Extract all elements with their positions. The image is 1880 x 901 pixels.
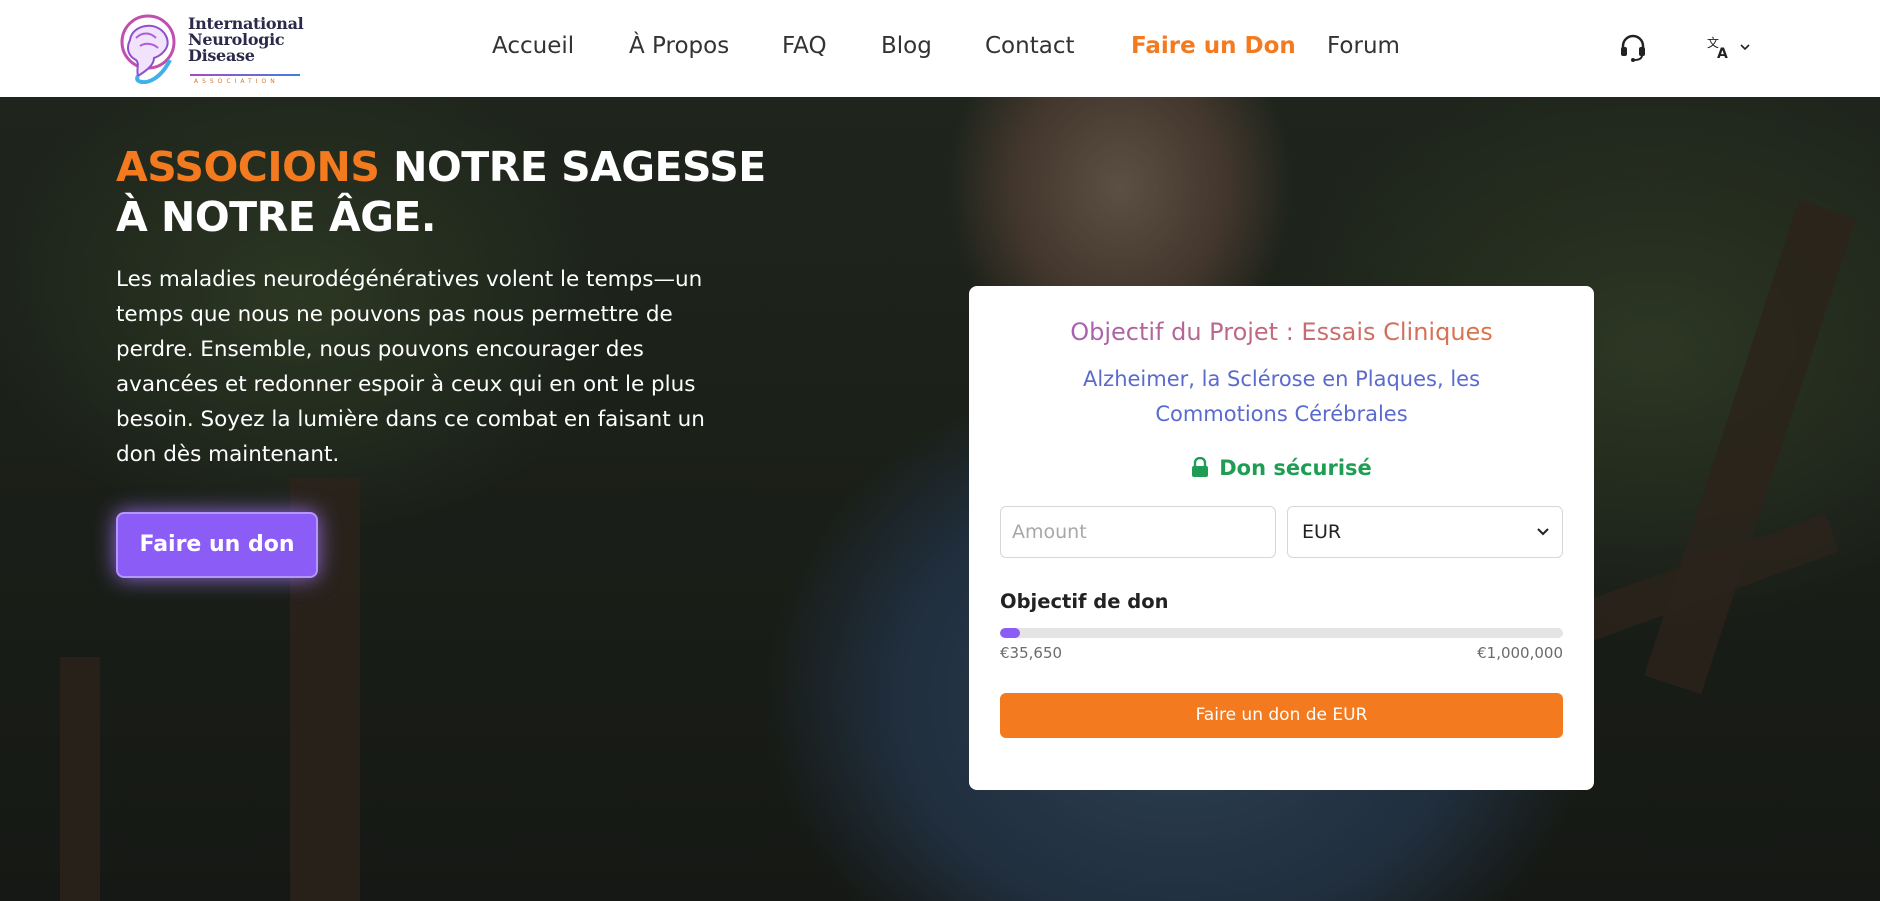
background-tree-trunk	[60, 657, 100, 901]
site-header: International Neurologic Disease ASSOCIA…	[0, 0, 1880, 97]
nav-faq[interactable]: FAQ	[782, 33, 827, 59]
logo-subtitle: ASSOCIATION	[194, 78, 279, 85]
logo-underline	[190, 74, 300, 76]
background-tree-branch	[1644, 199, 1856, 695]
amount-input[interactable]	[1000, 506, 1276, 558]
logo-line-3: Disease	[188, 46, 255, 65]
donation-card: Objectif du Projet : Essais Cliniques Al…	[969, 286, 1594, 790]
hero-description: Les maladies neurodégénératives volent l…	[116, 267, 705, 467]
background-tree-branch	[1580, 513, 1840, 641]
chevron-down-icon[interactable]	[1738, 40, 1752, 54]
logo-wordmark: International Neurologic Disease	[188, 16, 304, 65]
hero-title-line2: À NOTRE ÂGE.	[116, 193, 436, 241]
nav-blog[interactable]: Blog	[881, 33, 932, 59]
headset-icon[interactable]	[1618, 33, 1648, 63]
brain-logo-icon	[120, 14, 176, 84]
secure-donation-label: Don sécurisé	[1219, 456, 1372, 480]
lock-icon	[1192, 457, 1209, 477]
hero-donate-button[interactable]: Faire un don	[116, 512, 318, 578]
nav-accueil[interactable]: Accueil	[492, 33, 574, 59]
amount-raised: €35,650	[1000, 644, 1063, 662]
nav-forum[interactable]: Forum	[1327, 33, 1400, 59]
nav-contact[interactable]: Contact	[985, 33, 1074, 59]
donation-goal-label: Objectif de don	[1000, 590, 1169, 613]
project-goal-title: Objectif du Projet : Essais Cliniques	[969, 318, 1594, 346]
currency-value: EUR	[1302, 521, 1342, 543]
project-diseases: Alzheimer, la Sclérose en Plaques, les C…	[1082, 367, 1481, 426]
donation-progress-bar	[1000, 628, 1563, 638]
secure-donation-badge: Don sécurisé	[969, 456, 1594, 480]
donation-progress-fill	[1000, 628, 1021, 638]
hero-title-rest: NOTRE SAGESSE	[393, 143, 766, 191]
translate-icon[interactable]: 文 A	[1706, 34, 1732, 60]
svg-text:A: A	[1717, 46, 1728, 60]
hero-title: ASSOCIONS NOTRE SAGESSE À NOTRE ÂGE.	[116, 142, 766, 242]
site-logo[interactable]: International Neurologic Disease ASSOCIA…	[114, 10, 304, 85]
hero-title-accent: ASSOCIONS	[116, 143, 380, 191]
nav-a-propos[interactable]: À Propos	[629, 33, 729, 59]
chevron-down-icon	[1537, 528, 1549, 536]
amount-target: €1,000,000	[1477, 644, 1563, 662]
submit-donation-button[interactable]: Faire un don de EUR	[1000, 693, 1563, 738]
nav-faire-un-don[interactable]: Faire un Don	[1131, 33, 1296, 59]
currency-select[interactable]: EUR	[1287, 506, 1563, 558]
